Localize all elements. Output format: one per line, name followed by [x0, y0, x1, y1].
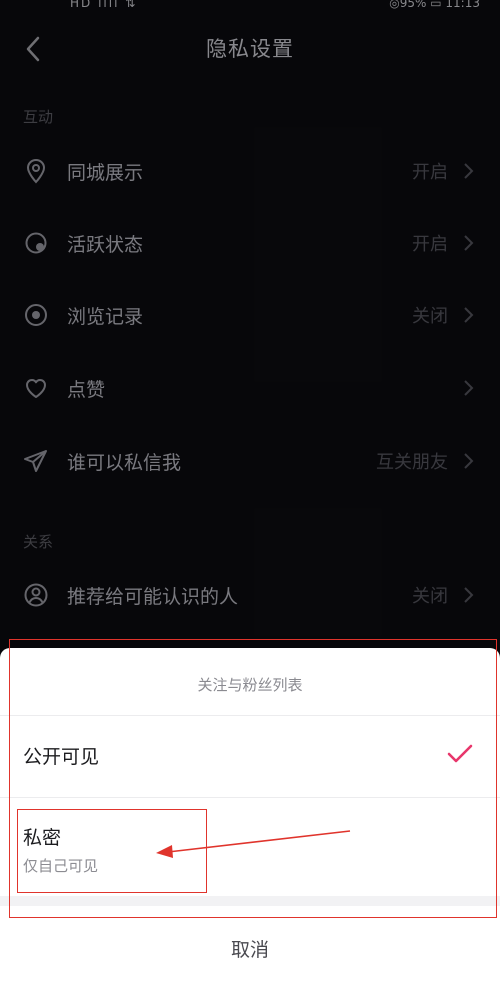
cancel-button[interactable]: 取消	[0, 910, 500, 986]
sheet-separator	[0, 896, 500, 906]
bottom-sheet: 关注与粉丝列表 公开可见 私密 仅自己可见 取消	[0, 648, 500, 1000]
option-public[interactable]: 公开可见	[0, 716, 500, 796]
sheet-title: 关注与粉丝列表	[197, 676, 303, 694]
option-private[interactable]: 私密 仅自己可见	[0, 798, 500, 890]
checkmark-icon	[447, 744, 473, 763]
option-sublabel: 仅自己可见	[23, 857, 99, 875]
option-label: 私密	[23, 827, 62, 849]
option-label: 公开可见	[23, 746, 100, 768]
